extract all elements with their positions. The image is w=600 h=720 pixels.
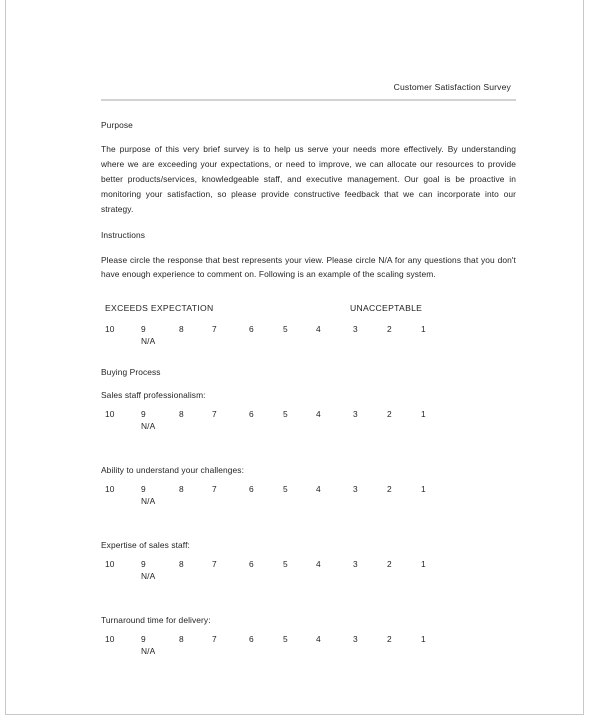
rating-point-6[interactable]: 6 [249, 559, 254, 569]
rating-point-7[interactable]: 7 [212, 634, 217, 644]
rating-point-7[interactable]: 7 [212, 484, 217, 494]
rating-point-6[interactable]: 6 [249, 634, 254, 644]
rating-point-5[interactable]: 5 [283, 409, 288, 419]
scale-anchor-unacceptable: UNACCEPTABLE [350, 303, 423, 314]
rating-point-3[interactable]: 3 [353, 559, 358, 569]
document-body: Customer Satisfaction Survey Purpose The… [101, 0, 516, 677]
rating-point-na[interactable]: N/A [141, 421, 155, 431]
rating-point-4[interactable]: 4 [316, 409, 321, 419]
rating-row-example[interactable]: 10 9 8 7 6 5 4 3 2 1 N/A [101, 324, 516, 350]
rating-point-9[interactable]: 9 [141, 484, 146, 494]
rating-point-6[interactable]: 6 [249, 484, 254, 494]
header-title: Customer Satisfaction Survey [393, 82, 511, 92]
question-label: Turnaround time for delivery: [101, 615, 211, 626]
question-label: Sales staff professionalism: [101, 390, 206, 401]
rating-point-3[interactable]: 3 [353, 484, 358, 494]
rating-point-2[interactable]: 2 [387, 484, 392, 494]
questions-container: Sales staff professionalism: 10 9 8 7 6 5 4 3 2 1 N… [101, 377, 516, 677]
rating-point-2[interactable]: 2 [387, 559, 392, 569]
purpose-heading: Purpose [101, 120, 133, 130]
purpose-paragraph: The purpose of this very brief survey is… [101, 144, 516, 214]
rating-point-5[interactable]: 5 [283, 324, 288, 334]
rating-point-10[interactable]: 10 [105, 484, 115, 494]
rating-point-8[interactable]: 8 [179, 634, 184, 644]
rating-point-4[interactable]: 4 [316, 324, 321, 334]
rating-point-3[interactable]: 3 [353, 409, 358, 419]
rating-point-10[interactable]: 10 [105, 559, 115, 569]
scale-anchor-row: EXCEEDS EXPECTATION UNACCEPTABLE [101, 303, 516, 315]
rating-point-na[interactable]: N/A [141, 646, 155, 656]
rating-point-5[interactable]: 5 [283, 634, 288, 644]
rating-point-9[interactable]: 9 [141, 559, 146, 569]
rating-point-4[interactable]: 4 [316, 559, 321, 569]
rating-row[interactable]: 10 9 8 7 6 5 4 3 2 1 N/A [101, 409, 516, 435]
rating-row[interactable]: 10 9 8 7 6 5 4 3 2 1 N/A [101, 634, 516, 660]
rating-row[interactable]: 10 9 8 7 6 5 4 3 2 1 N/A [101, 559, 516, 585]
rating-point-4[interactable]: 4 [316, 634, 321, 644]
page-sheet: Customer Satisfaction Survey Purpose The… [5, 0, 584, 715]
rating-point-9[interactable]: 9 [141, 634, 146, 644]
rating-point-2[interactable]: 2 [387, 409, 392, 419]
rating-point-6[interactable]: 6 [249, 324, 254, 334]
group-heading-buying-process: Buying Process [101, 367, 161, 378]
rating-point-6[interactable]: 6 [249, 409, 254, 419]
scale-anchor-exceeds: EXCEEDS EXPECTATION [105, 303, 214, 314]
rating-point-7[interactable]: 7 [212, 324, 217, 334]
rating-point-8[interactable]: 8 [179, 559, 184, 569]
question-label: Ability to understand your challenges: [101, 465, 245, 476]
rating-point-na[interactable]: N/A [141, 571, 155, 581]
question-label: Expertise of sales staff: [101, 540, 190, 551]
instructions-paragraph: Please circle the response that best rep… [101, 254, 516, 280]
rating-point-8[interactable]: 8 [179, 409, 184, 419]
rating-point-9[interactable]: 9 [141, 324, 146, 334]
rating-point-8[interactable]: 8 [179, 324, 184, 334]
rating-point-5[interactable]: 5 [283, 484, 288, 494]
rating-point-8[interactable]: 8 [179, 484, 184, 494]
rating-point-1[interactable]: 1 [421, 634, 426, 644]
rating-point-7[interactable]: 7 [212, 409, 217, 419]
rating-point-2[interactable]: 2 [387, 634, 392, 644]
rating-point-10[interactable]: 10 [105, 409, 115, 419]
rating-point-1[interactable]: 1 [421, 484, 426, 494]
rating-point-5[interactable]: 5 [283, 559, 288, 569]
rating-point-10[interactable]: 10 [105, 324, 115, 334]
document-header: Customer Satisfaction Survey [101, 0, 516, 95]
rating-point-2[interactable]: 2 [387, 324, 392, 334]
rating-point-na[interactable]: N/A [141, 496, 155, 506]
rating-point-1[interactable]: 1 [421, 324, 426, 334]
rating-point-3[interactable]: 3 [353, 634, 358, 644]
rating-point-9[interactable]: 9 [141, 409, 146, 419]
rating-point-1[interactable]: 1 [421, 409, 426, 419]
rating-point-4[interactable]: 4 [316, 484, 321, 494]
rating-point-3[interactable]: 3 [353, 324, 358, 334]
rating-point-na[interactable]: N/A [141, 336, 155, 346]
rating-point-10[interactable]: 10 [105, 634, 115, 644]
rating-point-1[interactable]: 1 [421, 559, 426, 569]
rating-row[interactable]: 10 9 8 7 6 5 4 3 2 1 N/A [101, 484, 516, 510]
instructions-heading: Instructions [101, 229, 146, 240]
rating-point-7[interactable]: 7 [212, 559, 217, 569]
